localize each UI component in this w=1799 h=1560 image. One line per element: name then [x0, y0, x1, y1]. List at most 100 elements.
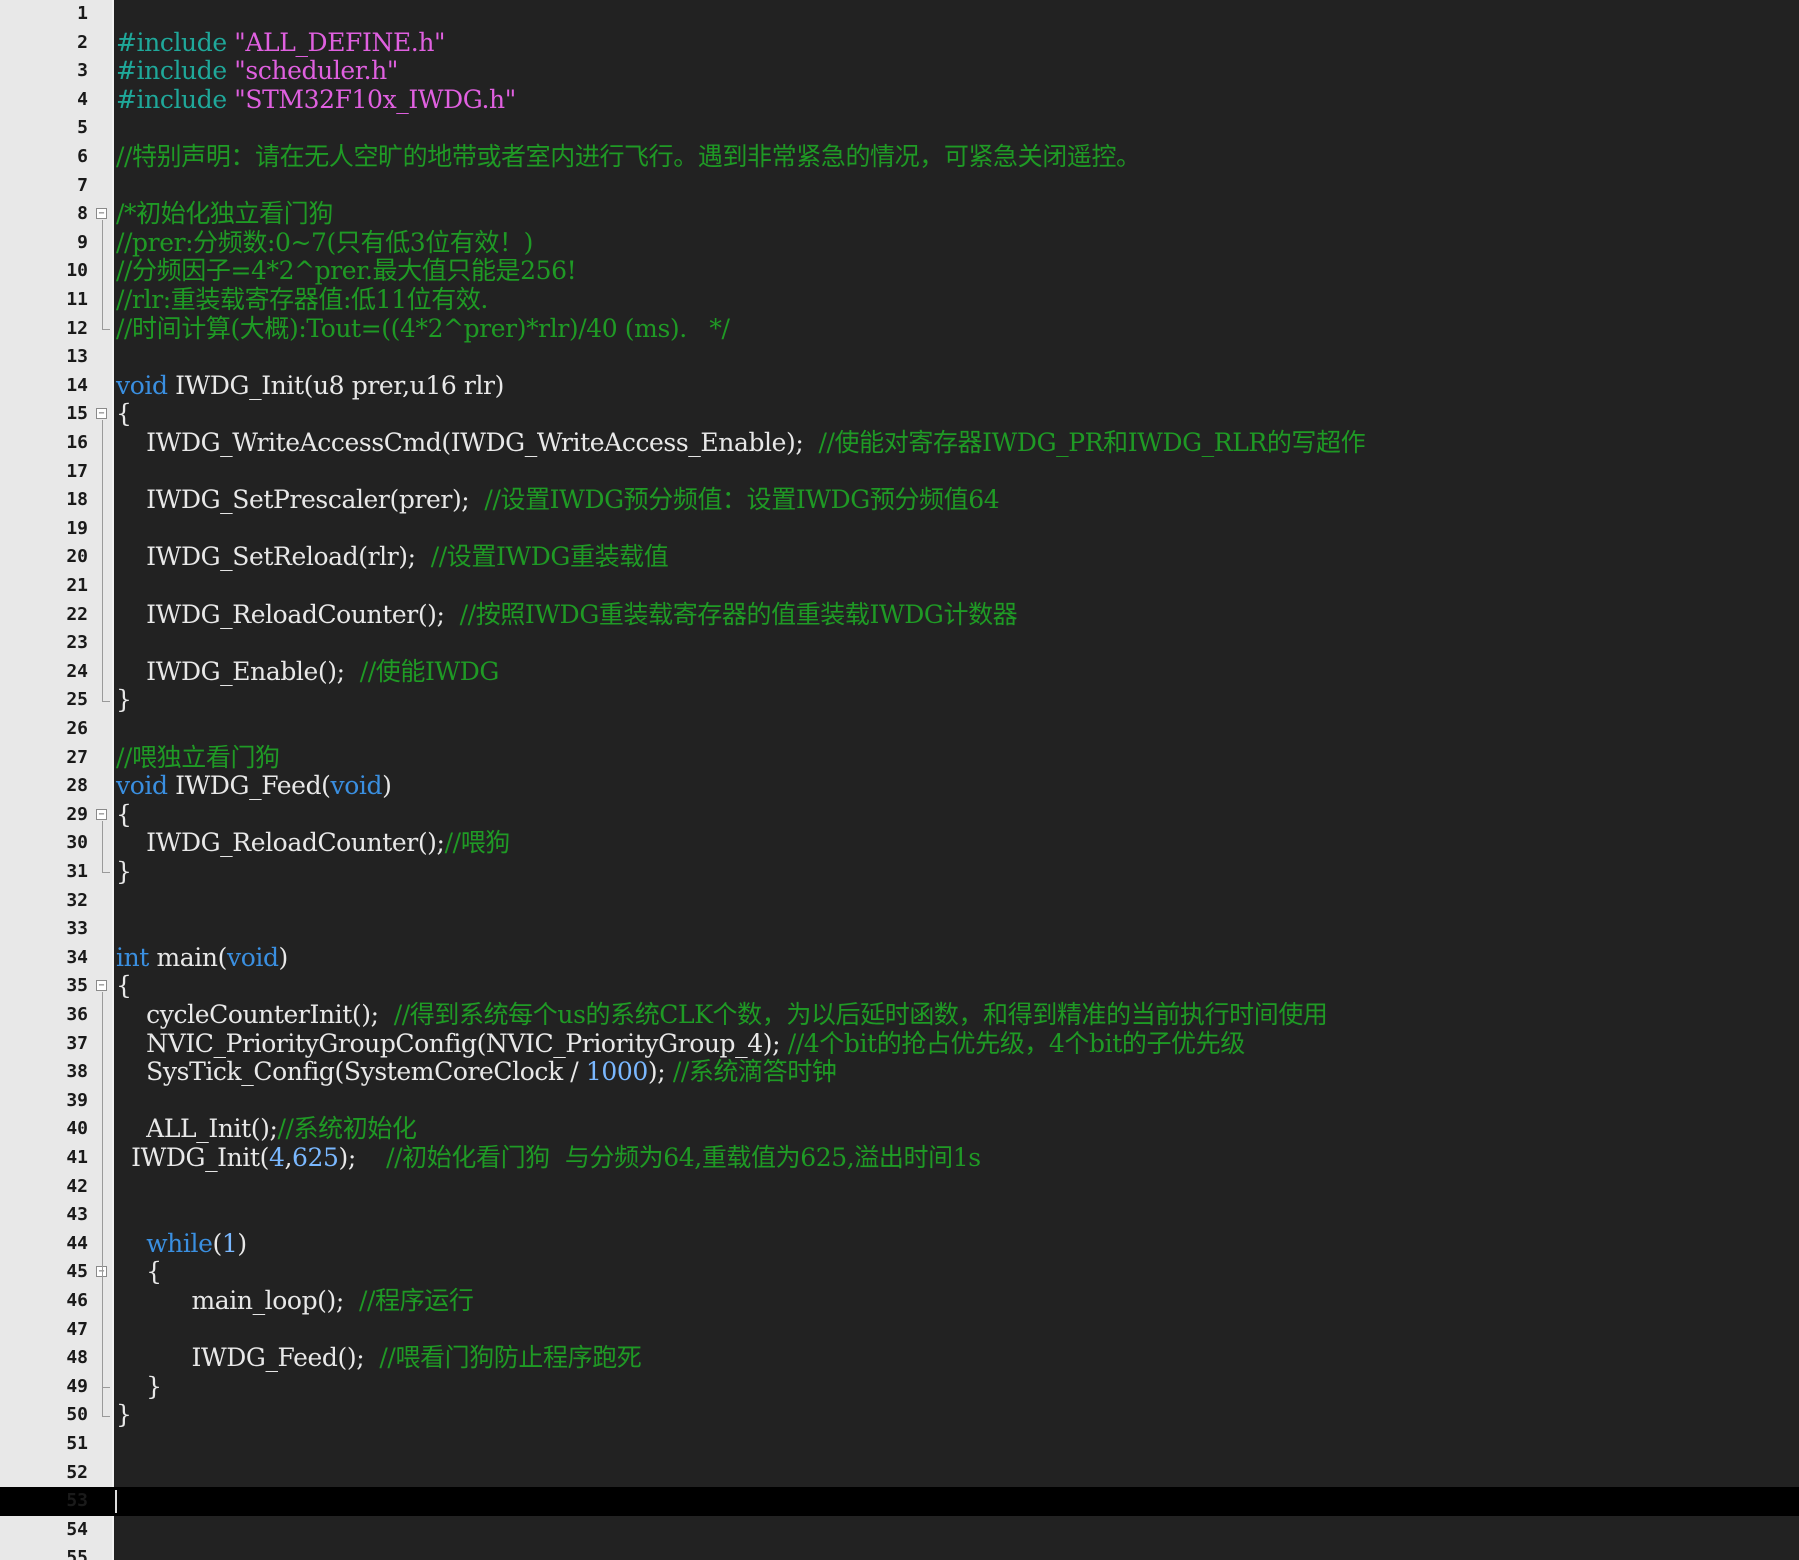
code-text: SysTick_Config(SystemCoreClock / 1000); …	[116, 1057, 837, 1087]
line-number: 18	[66, 489, 88, 511]
line-number: 19	[66, 517, 88, 539]
code-line[interactable]: 26	[0, 715, 1799, 744]
code-line[interactable]: 33	[0, 915, 1799, 944]
code-line[interactable]: 49 }	[0, 1372, 1799, 1402]
code-line[interactable]: 45− {	[0, 1258, 1799, 1287]
line-number: 21	[66, 575, 88, 596]
code-line[interactable]: 30 IWDG_ReloadCounter();//喂狗	[0, 829, 1799, 858]
code-token: //分频因子=4*2^prer.最大值只能是256!	[116, 256, 577, 286]
code-token: IWDG_Init(	[116, 1143, 269, 1172]
code-line[interactable]: 31}	[0, 857, 1799, 887]
code-token: //喂看门狗防止程序跑死	[379, 1343, 642, 1373]
code-line[interactable]: 42	[0, 1173, 1799, 1202]
code-line[interactable]: 3 #include "scheduler.h"	[0, 56, 1799, 86]
code-line[interactable]: 43	[0, 1201, 1799, 1230]
code-line[interactable]: 8−/*初始化独立看门狗	[0, 199, 1799, 229]
code-line[interactable]: 50}	[0, 1401, 1799, 1430]
code-line[interactable]: 16 IWDG_WriteAccessCmd(IWDG_WriteAccess_…	[0, 428, 1799, 458]
code-line[interactable]: 53	[0, 1487, 1799, 1516]
code-line[interactable]: 41 IWDG_Init(4,625); //初始化看门狗 与分频为64,重载值…	[0, 1143, 1799, 1173]
code-line[interactable]: 1	[0, 0, 1799, 29]
code-text: #include "ALL_DEFINE.h"	[116, 28, 446, 58]
code-token: void	[116, 771, 168, 801]
code-text: }	[116, 1401, 132, 1430]
code-line[interactable]: 2 #include "ALL_DEFINE.h"	[0, 28, 1799, 58]
code-line[interactable]: 4 #include "STM32F10x_IWDG.h"	[0, 84, 1799, 115]
line-number: 47	[66, 1318, 88, 1340]
code-line[interactable]: 51	[0, 1430, 1799, 1459]
code-line[interactable]: 52	[0, 1459, 1799, 1488]
line-number: 39	[66, 1089, 88, 1111]
code-editor[interactable]: 1 2 #include "ALL_DEFINE.h" 3 #include "sche…	[0, 0, 1799, 1560]
code-line[interactable]: 47	[0, 1316, 1799, 1345]
code-text: //prer:分频数:0~7(只有低3位有效！)	[116, 228, 533, 258]
code-line[interactable]: 13	[0, 343, 1799, 372]
code-line[interactable]: 23	[0, 629, 1799, 658]
code-token: ,	[284, 1143, 293, 1172]
code-line[interactable]: 17	[0, 458, 1799, 487]
text-cursor	[115, 1490, 117, 1514]
code-line[interactable]: 25}	[0, 686, 1799, 715]
code-line[interactable]: 55	[0, 1544, 1799, 1560]
code-line[interactable]: 18 IWDG_SetPrescaler(prer); //设置IWDG预分频值…	[0, 485, 1799, 515]
code-token: 1000	[585, 1057, 648, 1087]
code-line[interactable]: 34 int main(void)	[0, 943, 1799, 973]
line-number: 34	[66, 946, 88, 968]
code-line[interactable]: 19	[0, 515, 1799, 544]
code-line[interactable]: 28 void IWDG_Feed(void)	[0, 771, 1799, 801]
code-line[interactable]: 12 //时间计算(大概):Tout=((4*2^prer)*rlr)/40 (m…	[0, 314, 1799, 344]
fold-collapse-icon[interactable]: −	[96, 808, 107, 820]
line-number: 23	[66, 632, 88, 654]
code-line[interactable]: 21	[0, 572, 1799, 601]
code-line[interactable]: 46 main_loop(); //程序运行	[0, 1286, 1799, 1316]
code-line[interactable]: 9 //prer:分频数:0~7(只有低3位有效！)	[0, 228, 1799, 258]
line-number: 31	[66, 861, 88, 882]
code-line[interactable]: 40 ALL_Init();//系统初始化	[0, 1115, 1799, 1144]
line-number: 25	[66, 689, 88, 711]
code-line[interactable]: 36 cycleCounterInit(); //得到系统每个us的系统CLK个…	[0, 1000, 1799, 1030]
code-line[interactable]: 7	[0, 172, 1799, 201]
code-line[interactable]: 20 IWDG_SetReload(rlr); //设置IWDG重装载值	[0, 543, 1799, 572]
line-number: 6	[77, 146, 88, 167]
code-line[interactable]: 37 NVIC_PriorityGroupConfig(NVIC_Priorit…	[0, 1028, 1799, 1059]
line-number: 9	[77, 231, 88, 253]
code-text: }	[116, 686, 132, 715]
code-line[interactable]: 38 SysTick_Config(SystemCoreClock / 1000…	[0, 1057, 1799, 1087]
code-line[interactable]: 27 //喂独立看门狗	[0, 743, 1799, 773]
fold-collapse-icon[interactable]: −	[96, 980, 107, 992]
code-line[interactable]: 24 IWDG_Enable(); //使能IWDG	[0, 657, 1799, 687]
code-token: //4个bit的抢占优先级，4个bit的子优先级	[787, 1028, 1246, 1058]
code-text: while(1)	[116, 1228, 247, 1259]
code-text: //喂独立看门狗	[116, 743, 280, 773]
code-text: //rlr:重装载寄存器值:低11位有效.	[116, 285, 488, 315]
code-line[interactable]: 6 //特别声明：请在无人空旷的地带或者室内进行飞行。遇到非常紧急的情况，可紧急关…	[0, 142, 1799, 172]
line-number: 29	[66, 803, 88, 825]
code-line[interactable]: 54	[0, 1516, 1799, 1545]
code-line[interactable]: 10 //分频因子=4*2^prer.最大值只能是256!	[0, 257, 1799, 286]
code-text: void IWDG_Feed(void)	[116, 771, 392, 801]
line-number: 35	[66, 975, 88, 997]
code-line[interactable]: 44 while(1)	[0, 1228, 1799, 1259]
code-line[interactable]: 32	[0, 887, 1799, 916]
code-text: NVIC_PriorityGroupConfig(NVIC_PriorityGr…	[116, 1028, 1246, 1059]
line-number: 11	[66, 289, 88, 310]
code-line[interactable]: 5	[0, 114, 1799, 143]
code-line[interactable]: 39	[0, 1087, 1799, 1116]
line-number: 24	[66, 660, 88, 682]
code-line[interactable]: 29−{	[0, 800, 1799, 830]
code-token: #include	[116, 84, 235, 114]
line-number: 38	[66, 1061, 88, 1083]
code-token: )	[237, 1228, 247, 1258]
code-line[interactable]: 35−{	[0, 972, 1799, 1001]
code-line[interactable]: 15−{	[0, 400, 1799, 429]
code-line[interactable]: 14 void IWDG_Init(u8 prer,u16 rlr)	[0, 371, 1799, 401]
code-token: //系统初始化	[277, 1114, 417, 1144]
line-number: 28	[66, 775, 88, 797]
fold-collapse-icon[interactable]: −	[96, 208, 107, 220]
code-line[interactable]: 22 IWDG_ReloadCounter(); //按照IWDG重装载寄存器的…	[0, 600, 1799, 630]
fold-collapse-icon[interactable]: −	[96, 408, 107, 420]
code-token: "scheduler.h"	[234, 56, 398, 86]
code-line[interactable]: 11 //rlr:重装载寄存器值:低11位有效.	[0, 285, 1799, 315]
code-line[interactable]: 48 IWDG_Feed(); //喂看门狗防止程序跑死	[0, 1343, 1799, 1373]
line-number: 15	[66, 403, 88, 425]
